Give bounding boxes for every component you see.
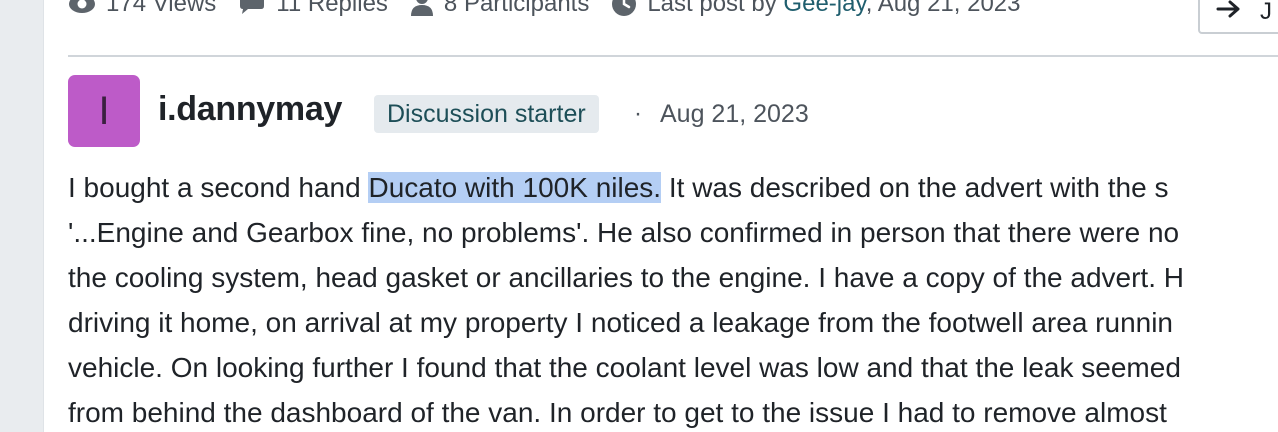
views-stat: 174 Views — [68, 0, 216, 18]
last-post-stat: Last post by Gee-jay, Aug 21, 2023 — [611, 0, 1021, 18]
last-post-date: , Aug 21, 2023 — [865, 0, 1021, 17]
thread-stats-bar: 174 Views 11 Replies 8 Participants Last… — [68, 0, 1021, 22]
last-post-info: Last post by Gee-jay, Aug 21, 2023 — [647, 0, 1020, 18]
post-body-line: vehicle. On looking further I found that… — [68, 352, 1181, 383]
arrow-right-icon — [1216, 0, 1242, 26]
jump-button[interactable]: J — [1198, 0, 1278, 34]
speech-bubble-icon — [238, 0, 266, 16]
selected-text: Ducato with 100K niles. — [368, 172, 662, 203]
avatar[interactable]: I — [68, 75, 140, 147]
last-post-author-link[interactable]: Gee-jay — [783, 0, 865, 17]
avatar-letter: I — [98, 88, 110, 133]
text-span: It was described on the advert with the … — [661, 172, 1169, 203]
participants-stat: 8 Participants — [410, 0, 589, 18]
post-body-line: '...Engine and Gearbox fine, no problems… — [68, 217, 1180, 248]
discussion-starter-badge: Discussion starter — [374, 95, 599, 133]
divider — [68, 55, 1278, 57]
post-date[interactable]: Aug 21, 2023 — [660, 100, 809, 129]
meta-separator: · — [634, 100, 642, 127]
text-span: I bought a second hand — [68, 172, 369, 203]
post-body: I bought a second hand Ducato with 100K … — [68, 165, 1278, 432]
post-body-line: the cooling system, head gasket or ancil… — [68, 262, 1184, 293]
post-body-line: from behind the dashboard of the van. In… — [68, 397, 1167, 428]
user-icon — [410, 0, 434, 17]
participants-count: 8 Participants — [443, 0, 590, 17]
views-count: 174 Views — [106, 0, 217, 17]
post-body-line: driving it home, on arrival at my proper… — [68, 307, 1174, 338]
username[interactable]: i.dannymay — [158, 90, 342, 129]
thread-panel: 174 Views 11 Replies 8 Participants Last… — [44, 0, 1278, 432]
clock-icon — [611, 0, 637, 17]
post-body-line: I bought a second hand Ducato with 100K … — [68, 165, 1278, 210]
eye-icon — [68, 0, 96, 15]
replies-stat: 11 Replies — [238, 0, 388, 18]
jump-button-label: J — [1260, 0, 1272, 25]
last-post-prefix: Last post by — [647, 0, 777, 17]
replies-count: 11 Replies — [276, 0, 388, 17]
